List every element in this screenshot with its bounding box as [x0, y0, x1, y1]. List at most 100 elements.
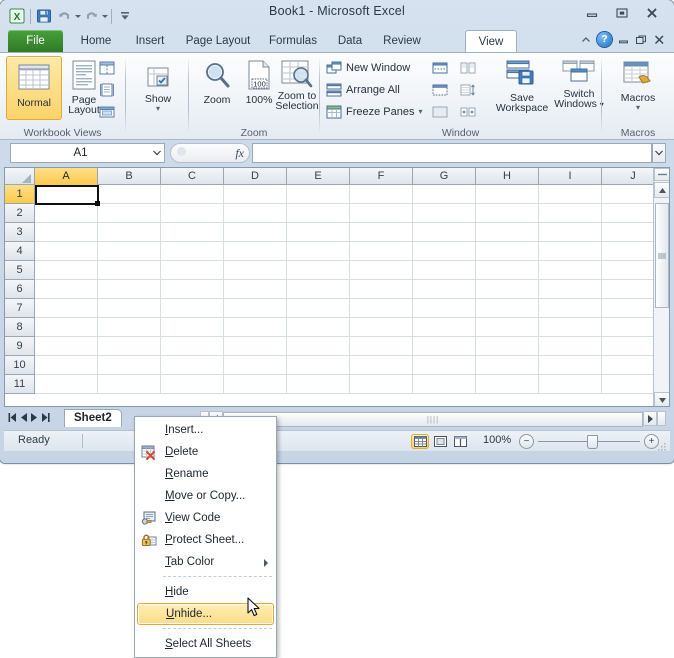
cell-A7[interactable] — [35, 299, 98, 318]
cell-I11[interactable] — [539, 375, 602, 394]
cell-H6[interactable] — [476, 280, 539, 299]
row-header-9[interactable]: 9 — [5, 337, 35, 356]
cell-E1[interactable] — [287, 185, 350, 204]
synchronous-scrolling-ribbon-button[interactable] — [458, 79, 482, 100]
column-header-b[interactable]: B — [98, 168, 161, 185]
row-header-8[interactable]: 8 — [5, 318, 35, 337]
cell-I7[interactable] — [539, 299, 602, 318]
cell-C8[interactable] — [161, 318, 224, 337]
cell-F5[interactable] — [350, 261, 413, 280]
cell-H11[interactable] — [476, 375, 539, 394]
grid-row[interactable] — [35, 318, 665, 337]
cell-F8[interactable] — [350, 318, 413, 337]
cell-C5[interactable] — [161, 261, 224, 280]
cell-C6[interactable] — [161, 280, 224, 299]
split-vertical-button[interactable] — [654, 168, 669, 181]
fill-handle[interactable] — [95, 201, 100, 206]
cell-H4[interactable] — [476, 242, 539, 261]
row-header-2[interactable]: 2 — [5, 204, 35, 223]
cell-B3[interactable] — [98, 223, 161, 242]
macros-dropdown-arrow[interactable]: ▾ — [636, 104, 640, 112]
cell-G5[interactable] — [413, 261, 476, 280]
ribbon-tab-formulas[interactable]: Formulas — [262, 30, 324, 52]
sheet-tab-sheet2[interactable]: Sheet2 — [64, 409, 122, 427]
cell-D9[interactable] — [224, 337, 287, 356]
context-menu-item-rename[interactable]: Rename — [137, 463, 274, 485]
cell-A2[interactable] — [35, 204, 98, 223]
cell-E11[interactable] — [287, 375, 350, 394]
cell-G3[interactable] — [413, 223, 476, 242]
grid-row[interactable] — [35, 223, 665, 242]
save-workspace-ribbon-button[interactable]: Save Workspace — [488, 56, 556, 120]
row-header-10[interactable]: 10 — [5, 356, 35, 375]
column-header-i[interactable]: I — [539, 168, 602, 185]
help-icon[interactable]: ? — [597, 32, 612, 47]
vertical-scrollbar[interactable] — [653, 168, 669, 406]
horizontal-scroll-thumb[interactable]: |||| — [223, 412, 643, 427]
ribbon-tab-view[interactable]: View — [465, 30, 517, 52]
view-side-by-side-ribbon-button[interactable] — [458, 57, 482, 78]
cell-H9[interactable] — [476, 337, 539, 356]
cell-H10[interactable] — [476, 356, 539, 375]
cell-B11[interactable] — [98, 375, 161, 394]
zoom-slider-thumb[interactable] — [586, 435, 598, 449]
cell-E5[interactable] — [287, 261, 350, 280]
cell-E6[interactable] — [287, 280, 350, 299]
cell-F9[interactable] — [350, 337, 413, 356]
grid-row[interactable] — [35, 242, 665, 261]
cell-I10[interactable] — [539, 356, 602, 375]
cell-I4[interactable] — [539, 242, 602, 261]
page-break-preview-ribbon-button[interactable] — [97, 57, 119, 78]
page-break-preview-button[interactable] — [451, 434, 469, 449]
column-header-e[interactable]: E — [287, 168, 350, 185]
cell-G4[interactable] — [413, 242, 476, 261]
freeze-panes-dropdown-arrow[interactable]: ▾ — [418, 107, 422, 116]
spreadsheet-grid[interactable]: ABCDEFGHIJ 1 2 3 4 5 6 7 8 9 10 11 — [4, 167, 670, 407]
cell-E9[interactable] — [287, 337, 350, 356]
cell-D6[interactable] — [224, 280, 287, 299]
cell-G1[interactable] — [413, 185, 476, 204]
show-dropdown-arrow[interactable]: ▾ — [156, 105, 160, 113]
expand-formula-bar-button[interactable] — [652, 143, 666, 163]
cell-I3[interactable] — [539, 223, 602, 242]
cell-A6[interactable] — [35, 280, 98, 299]
grid-row[interactable] — [35, 204, 665, 223]
context-menu-item-view-code[interactable]: View Code — [137, 507, 274, 529]
ribbon-tab-home[interactable]: Home — [70, 30, 122, 52]
cell-E10[interactable] — [287, 356, 350, 375]
select-all-corner-button[interactable] — [5, 168, 35, 185]
restore-workbook-button[interactable] — [635, 34, 648, 46]
cell-F2[interactable] — [350, 204, 413, 223]
new-window-ribbon-button[interactable]: New Window — [324, 57, 420, 78]
cell-F11[interactable] — [350, 375, 413, 394]
cell-G9[interactable] — [413, 337, 476, 356]
cell-I1[interactable] — [539, 185, 602, 204]
cell-G10[interactable] — [413, 356, 476, 375]
zoom-level-label[interactable]: 100% — [483, 434, 511, 446]
formula-input[interactable] — [252, 143, 652, 163]
cell-D5[interactable] — [224, 261, 287, 280]
cell-C1[interactable] — [161, 185, 224, 204]
cell-B2[interactable] — [98, 204, 161, 223]
cell-D7[interactable] — [224, 299, 287, 318]
cell-F6[interactable] — [350, 280, 413, 299]
row-header-11[interactable]: 11 — [5, 375, 35, 394]
minimize-ribbon-icon[interactable] — [580, 34, 592, 46]
cell-D10[interactable] — [224, 356, 287, 375]
cell-H3[interactable] — [476, 223, 539, 242]
hide-window-ribbon-button[interactable] — [430, 79, 452, 100]
row-header-6[interactable]: 6 — [5, 280, 35, 299]
name-box-dropdown-arrow[interactable] — [150, 150, 164, 156]
cell-D1[interactable] — [224, 185, 287, 204]
context-menu-item-protect-sheet[interactable]: Protect Sheet... — [137, 529, 274, 551]
normal-view-ribbon-button[interactable]: Normal — [6, 56, 62, 120]
normal-view-button[interactable] — [411, 434, 429, 449]
column-header-d[interactable]: D — [224, 168, 287, 185]
grid-row[interactable] — [35, 185, 665, 204]
previous-sheet-button[interactable] — [20, 413, 28, 424]
cell-F3[interactable] — [350, 223, 413, 242]
resize-grip[interactable] — [657, 439, 667, 451]
freeze-panes-ribbon-button[interactable]: Freeze Panes ▾ — [324, 101, 428, 122]
grid-cells[interactable] — [35, 185, 665, 394]
context-menu-item-insert[interactable]: Insert... — [137, 419, 274, 441]
